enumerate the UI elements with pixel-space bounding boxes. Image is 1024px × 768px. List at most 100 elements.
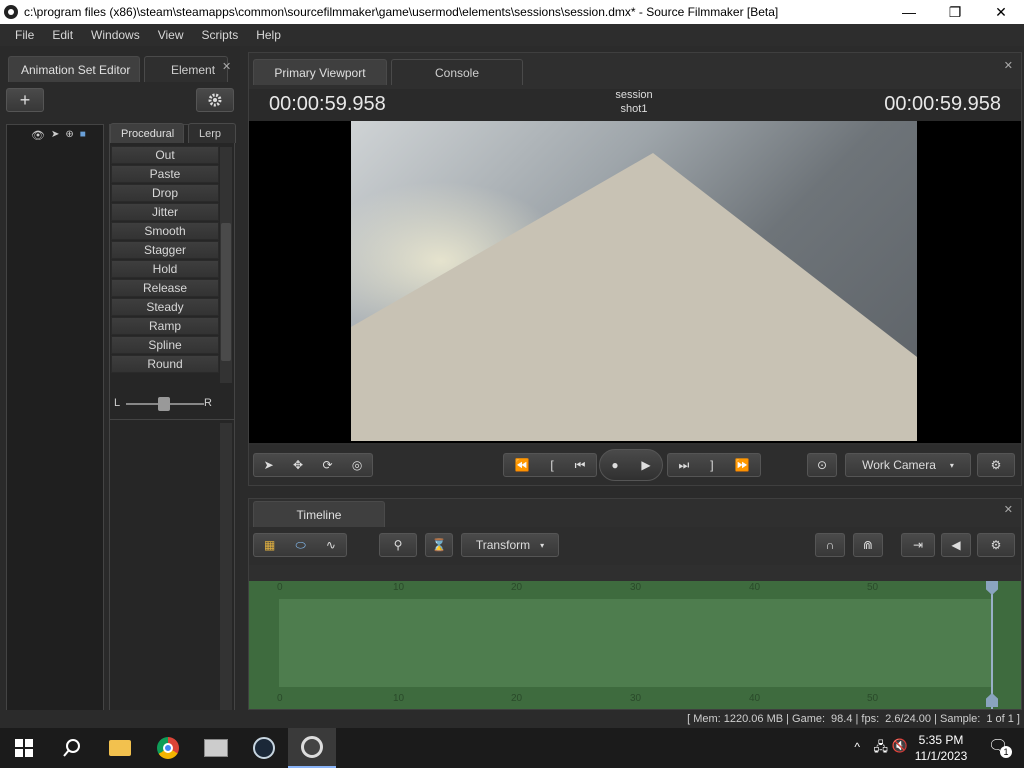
timeline-close-icon[interactable]: ✕ <box>1004 503 1013 516</box>
tab-lerp[interactable]: Lerp <box>188 123 236 143</box>
start-button[interactable] <box>0 728 48 768</box>
audio-button[interactable]: ◀ <box>941 533 971 557</box>
divider <box>110 419 234 420</box>
lr-balance-slider[interactable]: L R <box>112 393 232 417</box>
magnet-icon: ∩ <box>825 538 835 552</box>
skip-start-icon[interactable]: ⏮ <box>575 458 586 473</box>
close-button[interactable]: ✕ <box>978 0 1024 24</box>
procedure-paste-button[interactable]: Paste <box>111 165 219 183</box>
taskbar-file-explorer[interactable] <box>96 728 144 768</box>
photos-icon <box>204 739 228 757</box>
network-icon[interactable]: 🖧 <box>874 738 889 760</box>
minimize-button[interactable]: — <box>886 0 932 24</box>
cursor-icon[interactable]: ➤ <box>51 129 59 142</box>
procedure-hold-button[interactable]: Hold <box>111 260 219 278</box>
tab-animation-set-editor[interactable]: Animation Set Editor <box>8 56 140 82</box>
procedure-spline-button[interactable]: Spline <box>111 336 219 354</box>
animation-set-tree[interactable]: 👁 ➤ ⊕ ■ ◂ ▸ <box>6 124 104 752</box>
fast-forward-icon[interactable]: ⏩ <box>735 458 750 472</box>
add-marker-button[interactable]: ⚲ <box>379 533 417 557</box>
scale-tool-icon[interactable]: ◎ <box>352 458 362 472</box>
sfm-app-icon <box>4 5 18 19</box>
left-settings-button[interactable] <box>196 88 234 112</box>
procedure-scroll-thumb[interactable] <box>221 223 231 361</box>
viewport-close-icon[interactable]: ✕ <box>1004 59 1013 72</box>
timeline-settings-button[interactable]: ⚙ <box>977 533 1015 557</box>
menu-file[interactable]: File <box>15 28 34 42</box>
tab-timeline[interactable]: Timeline <box>253 501 385 527</box>
rewind-icon[interactable]: ⏪ <box>514 458 529 472</box>
slider-thumb[interactable] <box>158 397 170 411</box>
scene-image <box>351 121 917 441</box>
timeline-ruler-top: 0 10 20 30 40 50 <box>249 581 1021 597</box>
procedure-jitter-button[interactable]: Jitter <box>111 203 219 221</box>
tab-primary-viewport[interactable]: Primary Viewport <box>253 59 387 85</box>
chrome-center <box>163 743 173 753</box>
procedure-out-button[interactable]: Out <box>111 146 219 164</box>
taskbar-image-viewer[interactable] <box>192 728 240 768</box>
procedure-ramp-button[interactable]: Ramp <box>111 317 219 335</box>
search-button[interactable] <box>48 728 96 768</box>
playhead-line[interactable] <box>991 581 993 709</box>
motion-editor-icon[interactable]: ⬭ <box>296 538 306 553</box>
procedure-smooth-button[interactable]: Smooth <box>111 222 219 240</box>
target-icon: ⊙ <box>816 458 828 472</box>
graph-editor-icon[interactable]: ∿ <box>326 538 336 552</box>
rotate-tool-icon[interactable]: ⟳ <box>322 458 332 472</box>
viewport-render-area[interactable] <box>249 121 1021 443</box>
taskbar-source-filmmaker[interactable] <box>288 728 336 768</box>
select-tool-icon[interactable]: ➤ <box>264 458 274 472</box>
camera-select-dropdown[interactable]: Work Camera ▾ <box>845 453 971 477</box>
procedure-round-button[interactable]: Round <box>111 355 219 373</box>
procedure-steady-button[interactable]: Steady <box>111 298 219 316</box>
transform-dropdown[interactable]: Transform ▾ <box>461 533 559 557</box>
steam-icon <box>253 737 275 759</box>
status-mem: [ Mem: 1220.06 MB | Game: <box>687 713 826 725</box>
menu-windows[interactable]: Windows <box>91 28 140 42</box>
taskbar-chrome[interactable] <box>144 728 192 768</box>
skip-end-icon[interactable]: ⏭ <box>678 458 689 473</box>
procedure-release-button[interactable]: Release <box>111 279 219 297</box>
procedure-scrollbar[interactable] <box>220 147 232 383</box>
add-animation-set-button[interactable]: + <box>6 88 44 112</box>
hourglass-button[interactable]: ⌛ <box>425 533 453 557</box>
snap-button[interactable]: ∩ <box>815 533 845 557</box>
menu-edit[interactable]: Edit <box>52 28 73 42</box>
lower-scrollbar[interactable] <box>220 423 232 749</box>
play-icon[interactable]: ▶ <box>641 458 650 472</box>
mark-out-icon[interactable]: ] <box>710 458 713 472</box>
procedural-tabbar: Procedural Lerp <box>110 123 240 143</box>
system-clock[interactable]: 5:35 PM 11/1/2023 <box>906 732 976 764</box>
transport-right-group: ⏭ ] ⏩ <box>667 453 761 477</box>
move-tool-icon[interactable]: ✥ <box>293 458 303 472</box>
clip-editor-icon[interactable]: ▦ <box>264 538 275 552</box>
menu-view[interactable]: View <box>158 28 184 42</box>
procedure-stagger-button[interactable]: Stagger <box>111 241 219 259</box>
hourglass-icon: ⌛ <box>431 538 447 552</box>
show-hidden-icons-icon[interactable]: ^ <box>854 740 860 754</box>
camera-target-button[interactable]: ⊙ <box>807 453 837 477</box>
shot-clip[interactable] <box>279 599 991 687</box>
tab-console[interactable]: Console <box>391 59 523 85</box>
taskbar-steam[interactable] <box>240 728 288 768</box>
procedure-drop-button[interactable]: Drop <box>111 184 219 202</box>
record-icon[interactable]: ● <box>611 458 618 472</box>
menu-scripts[interactable]: Scripts <box>202 28 239 42</box>
jump-to-end-button[interactable]: ⇥ <box>901 533 935 557</box>
mark-in-icon[interactable]: [ <box>550 458 553 472</box>
viewport-settings-button[interactable]: ⚙ <box>977 453 1015 477</box>
camera-icon[interactable]: ■ <box>80 129 86 142</box>
timeline-track-area[interactable]: 0 10 20 30 40 50 0 10 20 30 40 50 <box>249 581 1021 709</box>
timeline-panel: Timeline ✕ ▦ ⬭ ∿ ⚲ ⌛ Transform ▾ ∩ ⋒ ⇥ ◀ <box>248 498 1022 710</box>
eye-icon[interactable]: 👁 <box>31 129 45 142</box>
tab-procedural[interactable]: Procedural <box>110 123 184 143</box>
crosshair-icon[interactable]: ⊕ <box>65 129 73 142</box>
snap-frame-button[interactable]: ⋒ <box>853 533 883 557</box>
menu-help[interactable]: Help <box>256 28 281 42</box>
notifications-button[interactable]: 🗨 1 <box>988 736 1012 758</box>
slider-left-label: L <box>114 397 121 409</box>
tab-element[interactable]: Element <box>144 56 228 82</box>
gear-icon: ⚙ <box>990 458 1002 472</box>
maximize-button[interactable]: ❐ <box>932 0 978 24</box>
panel-close-icon[interactable]: ✕ <box>222 60 231 73</box>
